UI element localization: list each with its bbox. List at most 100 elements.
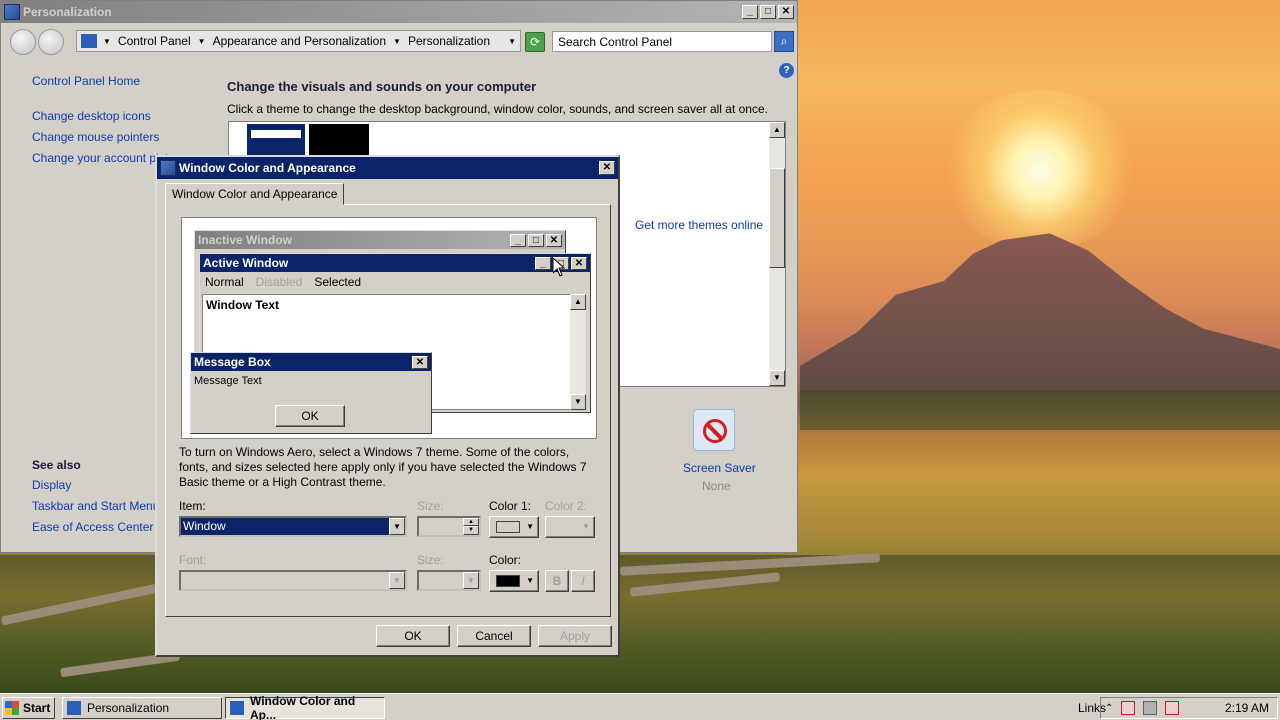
scroll-down-arrow-icon[interactable]: ▼ <box>769 370 785 386</box>
italic-toggle[interactable]: I <box>571 570 595 592</box>
preview-active-titlebar[interactable]: Active Window _ □ ✕ <box>200 254 590 272</box>
window-title: Personalization <box>23 5 112 19</box>
search-icon[interactable]: ⌕ <box>774 31 794 52</box>
theme-thumbnail-high-contrast[interactable] <box>309 124 369 156</box>
back-button[interactable] <box>10 29 36 55</box>
taskbar: Start Personalization Window Color and A… <box>0 693 1280 720</box>
see-also-heading: See also <box>32 458 81 472</box>
clock[interactable]: 2:19 AM <box>1225 701 1269 715</box>
help-icon[interactable]: ? <box>779 63 794 78</box>
change-desktop-icons-link[interactable]: Change desktop icons <box>32 109 151 123</box>
address-bar[interactable]: ▼ Control Panel ▼ Appearance and Persona… <box>76 30 521 52</box>
volume-muted-icon[interactable] <box>1165 701 1180 715</box>
breadcrumb-personalization[interactable]: Personalization <box>408 34 490 48</box>
appearance-preview[interactable]: Inactive Window _ □ ✕ Active Window _ □ … <box>181 217 597 439</box>
chevron-down-icon: ▼ <box>526 576 534 585</box>
preview-menu-selected[interactable]: Selected <box>314 275 361 289</box>
scroll-down-arrow-icon[interactable]: ▼ <box>570 394 586 410</box>
change-mouse-pointers-link[interactable]: Change mouse pointers <box>32 130 159 144</box>
start-button[interactable]: Start <box>2 697 55 719</box>
taskbar-start-menu-link[interactable]: Taskbar and Start Menu <box>32 499 159 513</box>
stepper-down-icon[interactable]: ▼ <box>463 526 479 535</box>
chevron-down-icon[interactable]: ▼ <box>389 518 405 535</box>
scroll-up-arrow-icon[interactable]: ▲ <box>570 294 586 310</box>
screen-saver-icon[interactable] <box>693 409 735 451</box>
preview-message-box[interactable]: Message Box ✕ Message Text OK <box>190 352 432 434</box>
display-link[interactable]: Display <box>32 478 71 492</box>
dialog-titlebar[interactable]: Window Color and Appearance ✕ <box>157 157 618 179</box>
close-icon[interactable]: ✕ <box>546 233 562 247</box>
bold-toggle[interactable]: B <box>545 570 569 592</box>
chevron-down-icon[interactable]: ▼ <box>463 572 479 589</box>
dialog-app-icon <box>230 701 244 715</box>
wallpaper-sun <box>940 90 1140 250</box>
forward-button[interactable] <box>38 29 64 55</box>
ease-of-access-link[interactable]: Ease of Access Center <box>32 520 153 534</box>
taskbar-item-label: Personalization <box>87 701 170 715</box>
cancel-button[interactable]: Cancel <box>457 625 531 647</box>
taskbar-item-window-color[interactable]: Window Color and Ap... <box>225 694 385 720</box>
windows-logo-icon <box>5 701 19 715</box>
get-more-themes-link[interactable]: Get more themes online <box>635 218 763 232</box>
preview-msgbox-ok-button[interactable]: OK <box>275 405 345 427</box>
network-icon[interactable] <box>1143 701 1158 715</box>
taskbar-item-personalization[interactable]: Personalization <box>62 697 222 719</box>
font-select[interactable]: ▼ <box>179 570 407 591</box>
font-size-select[interactable]: ▼ <box>417 570 481 591</box>
preview-msgbox-titlebar[interactable]: Message Box ✕ <box>191 353 431 371</box>
preview-inactive-titlebar[interactable]: Inactive Window _ □ ✕ <box>195 231 565 249</box>
item-select[interactable]: Window ▼ <box>179 516 407 537</box>
control-panel-home-link[interactable]: Control Panel Home <box>32 74 140 88</box>
color2-picker[interactable]: ▼ <box>545 516 595 538</box>
theme-thumbnail-classic[interactable] <box>247 124 305 156</box>
address-dropdown-icon[interactable]: ▼ <box>508 37 516 46</box>
chevron-down-icon[interactable]: ▼ <box>393 37 401 46</box>
scrollbar-thumb[interactable] <box>769 168 785 268</box>
maximize-icon[interactable]: □ <box>528 233 544 247</box>
chevron-up-icon[interactable]: ⌃ <box>1105 703 1113 714</box>
stepper-up-icon[interactable]: ▲ <box>463 518 479 526</box>
minimize-button[interactable]: _ <box>742 5 758 19</box>
chevron-down-icon[interactable]: ▼ <box>389 572 405 589</box>
breadcrumb-control-panel[interactable]: Control Panel <box>118 34 191 48</box>
preview-msgbox-title: Message Box <box>194 355 271 369</box>
scroll-up-arrow-icon[interactable]: ▲ <box>769 122 785 138</box>
wallpaper-treeline <box>800 390 1280 430</box>
color1-label: Color 1: <box>489 499 532 513</box>
breadcrumb-appearance[interactable]: Appearance and Personalization <box>213 34 386 48</box>
change-account-picture-link[interactable]: Change your account pict <box>32 151 168 165</box>
close-button[interactable]: ✕ <box>599 161 615 175</box>
control-panel-icon <box>81 34 97 48</box>
screen-saver-value: None <box>702 479 731 493</box>
control-panel-icon <box>67 701 81 715</box>
preview-menu-normal[interactable]: Normal <box>205 275 244 289</box>
window-titlebar[interactable]: Personalization _ □ ✕ <box>1 1 797 23</box>
chevron-down-icon[interactable]: ▼ <box>198 37 206 46</box>
color1-picker[interactable]: ▼ <box>489 516 539 538</box>
maximize-button[interactable]: □ <box>760 5 776 19</box>
chevron-down-icon[interactable]: ▼ <box>103 37 111 46</box>
font-color-picker[interactable]: ▼ <box>489 570 539 592</box>
dialog-app-icon <box>160 160 176 176</box>
minimize-icon[interactable]: _ <box>510 233 526 247</box>
apply-button[interactable]: Apply <box>538 625 612 647</box>
close-icon[interactable]: ✕ <box>571 256 587 270</box>
screen-saver-link[interactable]: Screen Saver <box>683 461 756 475</box>
ok-button[interactable]: OK <box>376 625 450 647</box>
item-size-stepper[interactable]: ▲ ▼ <box>417 516 481 537</box>
refresh-icon[interactable]: ⟳ <box>525 32 545 52</box>
page-description: Click a theme to change the desktop back… <box>227 102 768 116</box>
search-input[interactable]: Search Control Panel <box>552 31 772 52</box>
tab-window-color-appearance[interactable]: Window Color and Appearance <box>165 183 345 205</box>
minimize-icon[interactable]: _ <box>535 256 551 270</box>
action-center-icon[interactable] <box>1121 701 1136 715</box>
color1-swatch <box>496 521 520 533</box>
preview-scrollbar[interactable]: ▲ ▼ <box>570 294 586 410</box>
size-label: Size: <box>417 499 444 513</box>
close-button[interactable]: ✕ <box>778 5 794 19</box>
close-icon[interactable]: ✕ <box>412 355 428 369</box>
preview-menu-disabled[interactable]: Disabled <box>256 275 303 289</box>
taskbar-item-label: Window Color and Ap... <box>249 694 356 720</box>
theme-list-scrollbar[interactable]: ▲ ▼ <box>769 122 785 386</box>
font-label: Font: <box>179 553 207 567</box>
